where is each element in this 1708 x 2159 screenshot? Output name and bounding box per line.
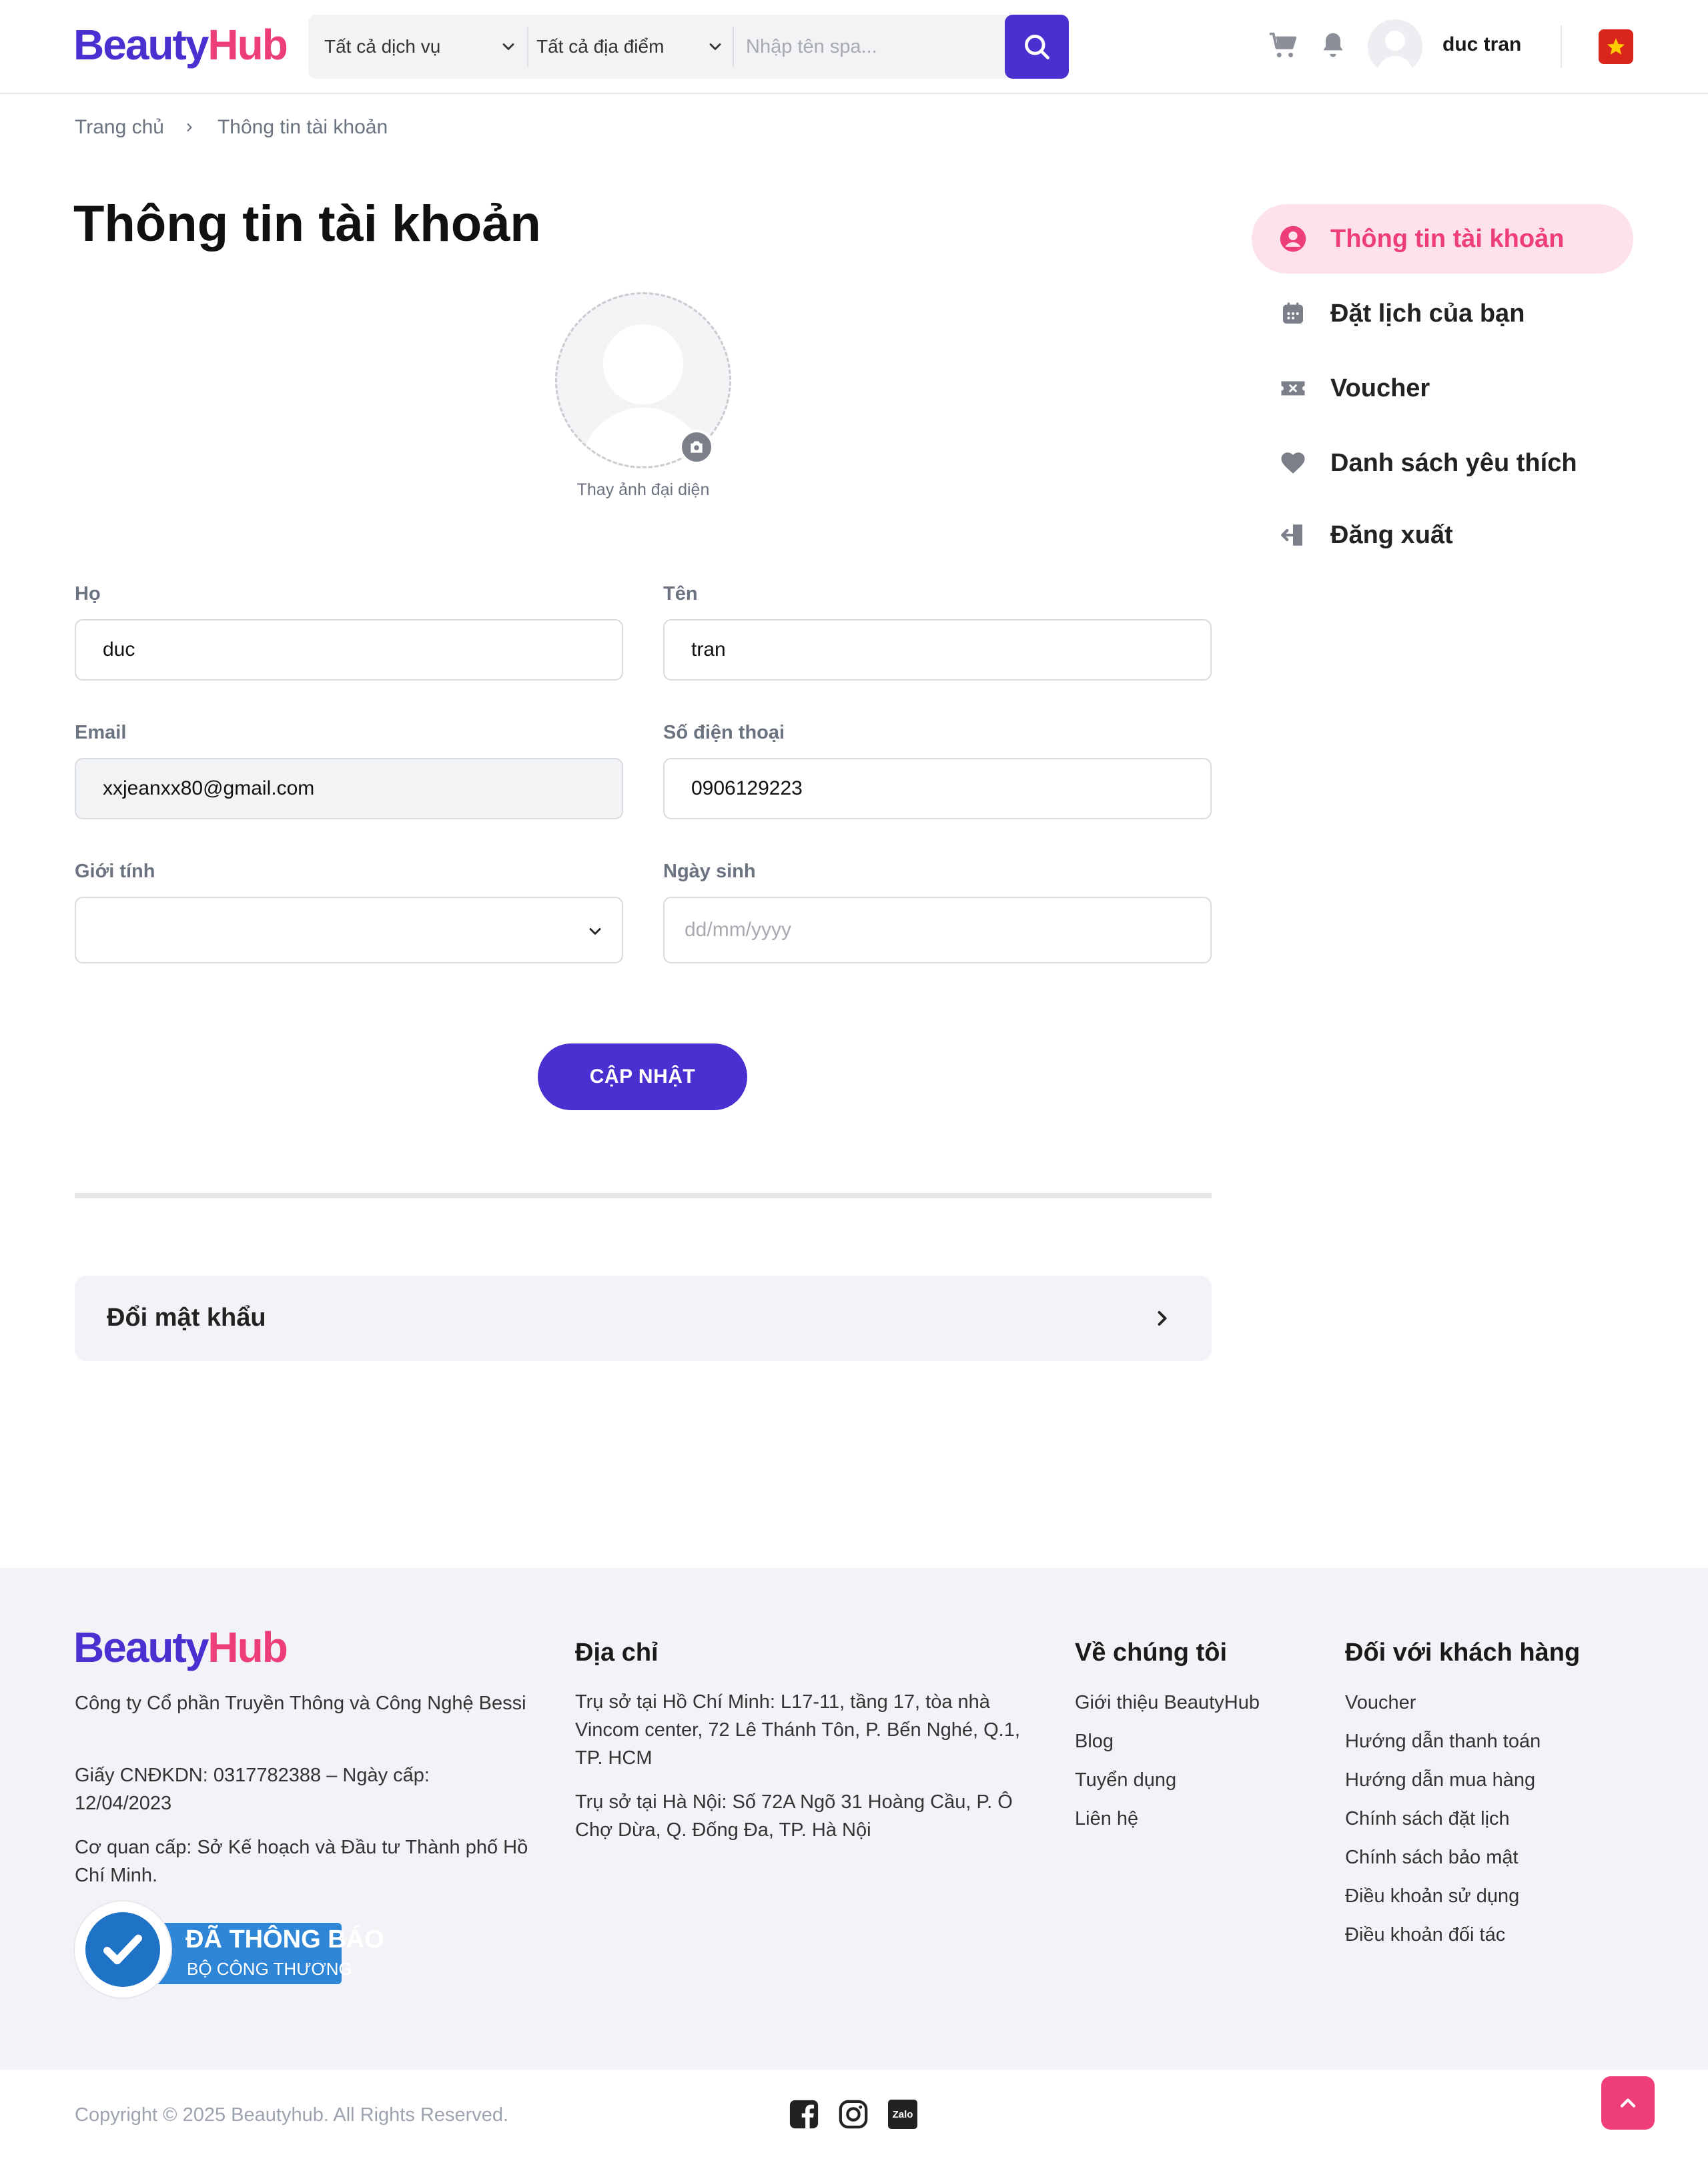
phone-field[interactable] — [663, 758, 1212, 819]
instagram-icon — [839, 2100, 868, 2129]
address-hn: Trụ sở tại Hà Nội: Số 72A Ngõ 31 Hoàng C… — [575, 1791, 1013, 1841]
footer-link-privacy-policy[interactable]: Chính sách bảo mật — [1345, 1847, 1519, 1869]
divider — [733, 27, 734, 67]
footer-link-careers[interactable]: Tuyển dụng — [1075, 1769, 1176, 1791]
checkmark-icon — [85, 1912, 160, 1987]
facebook-icon — [789, 2100, 819, 2129]
company-name: Công ty Cổ phần Truyền Thông và Công Ngh… — [75, 1693, 526, 1714]
update-button[interactable]: CẬP NHẬT — [538, 1043, 747, 1110]
back-to-top-button[interactable] — [1601, 2076, 1655, 2130]
cart-icon — [1269, 32, 1297, 57]
ticket-icon — [1278, 374, 1308, 403]
calendar-icon — [1278, 299, 1308, 328]
sidebar-item-wishlist[interactable]: Danh sách yêu thích — [1252, 428, 1633, 498]
page-title: Thông tin tài khoản — [73, 195, 541, 252]
email-field[interactable] — [75, 758, 623, 819]
sidebar-item-label: Đặt lịch của bạn — [1330, 299, 1525, 328]
chevron-down-icon — [589, 928, 601, 935]
first-name-field[interactable] — [663, 619, 1212, 681]
chevron-down-icon — [709, 43, 721, 50]
sidebar-item-account-info[interactable]: Thông tin tài khoản — [1252, 204, 1633, 274]
chevron-down-icon — [502, 43, 514, 50]
breadcrumb: Trang chủ Thông tin tài khoản — [75, 116, 388, 139]
language-flag[interactable] — [1599, 29, 1633, 64]
search-button[interactable] — [1005, 15, 1069, 79]
last-name-field[interactable] — [75, 619, 623, 681]
copyright: Copyright © 2025 Beautyhub. All Rights R… — [75, 2104, 509, 2126]
first-name-label: Tên — [663, 583, 698, 604]
chevron-right-icon — [183, 119, 199, 135]
chevron-right-icon — [1158, 1311, 1167, 1326]
sidebar-item-logout[interactable]: Đăng xuất — [1252, 500, 1633, 570]
vietnam-flag-icon — [1607, 38, 1625, 55]
business-license: Giấy CNĐKDN: 0317782388 – Ngày cấp: 12/0… — [75, 1765, 430, 1814]
address-hcm: Trụ sở tại Hồ Chí Minh: L17-11, tầng 17,… — [575, 1691, 1020, 1769]
sidebar-item-label: Thông tin tài khoản — [1330, 224, 1565, 253]
sidebar-item-label: Voucher — [1330, 374, 1430, 402]
divider — [527, 27, 528, 67]
gender-select[interactable] — [75, 897, 623, 963]
cart-button[interactable] — [1266, 28, 1301, 63]
location-select[interactable]: Tất cả địa điểm — [536, 15, 725, 79]
zalo-icon: Zalo — [888, 2100, 917, 2129]
change-avatar-button[interactable] — [679, 430, 714, 464]
badge-line2: BỘ CÔNG THƯƠNG — [187, 1959, 352, 1979]
camera-icon — [691, 441, 703, 453]
footer-link-voucher[interactable]: Voucher — [1345, 1692, 1416, 1714]
gender-label: Giới tính — [75, 861, 155, 882]
footer-link-contact[interactable]: Liên hệ — [1075, 1808, 1138, 1830]
user-placeholder-icon — [1377, 31, 1413, 74]
search-input[interactable] — [746, 15, 993, 79]
birthday-label: Ngày sinh — [663, 861, 756, 882]
badge-circle — [75, 1901, 171, 1998]
heart-icon — [1278, 448, 1308, 478]
breadcrumb-home[interactable]: Trang chủ — [75, 116, 164, 139]
last-name-label: Họ — [75, 583, 101, 604]
avatar[interactable] — [1368, 19, 1422, 74]
sidebar-item-voucher[interactable]: Voucher — [1252, 354, 1633, 423]
sidebar-item-bookings[interactable]: Đặt lịch của bạn — [1252, 279, 1633, 348]
location-select-label: Tất cả địa điểm — [536, 36, 665, 57]
footer-link-booking-policy[interactable]: Chính sách đặt lịch — [1345, 1808, 1510, 1830]
section-divider — [75, 1193, 1212, 1198]
service-select-label: Tất cả dịch vụ — [324, 36, 441, 57]
customer-heading: Đối với khách hàng — [1345, 1639, 1581, 1667]
instagram-link[interactable] — [838, 2099, 869, 2130]
about-heading: Về chúng tôi — [1075, 1639, 1227, 1667]
sidebar-item-label: Danh sách yêu thích — [1330, 448, 1577, 477]
issuing-authority: Cơ quan cấp: Sở Kế hoạch và Đầu tư Thành… — [75, 1837, 528, 1886]
chevron-up-icon — [1620, 2098, 1636, 2108]
email-label: Email — [75, 722, 127, 743]
footer-link-terms[interactable]: Điều khoản sử dụng — [1345, 1885, 1519, 1907]
facebook-link[interactable] — [789, 2099, 819, 2130]
phone-label: Số điện thoại — [663, 722, 785, 743]
breadcrumb-current: Thông tin tài khoản — [217, 116, 388, 138]
search-icon — [1025, 35, 1049, 59]
birthday-field[interactable] — [663, 897, 1212, 963]
header: BeautyHub Tất cả dịch vụ Tất cả địa điểm… — [0, 0, 1708, 94]
notification-button[interactable] — [1316, 28, 1350, 63]
search-bar: Tất cả dịch vụ Tất cả địa điểm — [308, 15, 1069, 79]
bell-icon — [1323, 33, 1343, 57]
service-select[interactable]: Tất cả dịch vụ — [324, 15, 518, 79]
footer-link-purchase-guide[interactable]: Hướng dẫn mua hàng — [1345, 1769, 1535, 1791]
logo[interactable]: BeautyHub — [73, 20, 288, 69]
change-password-card[interactable]: Đổi mật khẩu — [75, 1276, 1212, 1361]
badge-line1: ĐÃ THÔNG BÁO — [185, 1925, 384, 1954]
footer-link-blog[interactable]: Blog — [1075, 1731, 1114, 1753]
avatar-caption: Thay ảnh đại diện — [576, 480, 710, 499]
footer-link-payment-guide[interactable]: Hướng dẫn thanh toán — [1345, 1731, 1541, 1753]
zalo-link[interactable]: Zalo — [887, 2099, 918, 2130]
username[interactable]: duc tran — [1442, 33, 1521, 56]
footer-logo[interactable]: BeautyHub — [73, 1623, 288, 1672]
logout-icon — [1278, 520, 1308, 550]
change-password-label: Đổi mật khẩu — [107, 1304, 266, 1332]
footer-link-partner-terms[interactable]: Điều khoản đối tác — [1345, 1924, 1505, 1946]
footer-link-about[interactable]: Giới thiệu BeautyHub — [1075, 1692, 1260, 1714]
user-circle-icon — [1278, 224, 1308, 254]
address-heading: Địa chỉ — [575, 1639, 659, 1667]
sidebar-item-label: Đăng xuất — [1330, 520, 1453, 549]
divider — [1561, 25, 1562, 68]
zalo-icon-label: Zalo — [892, 2108, 913, 2120]
